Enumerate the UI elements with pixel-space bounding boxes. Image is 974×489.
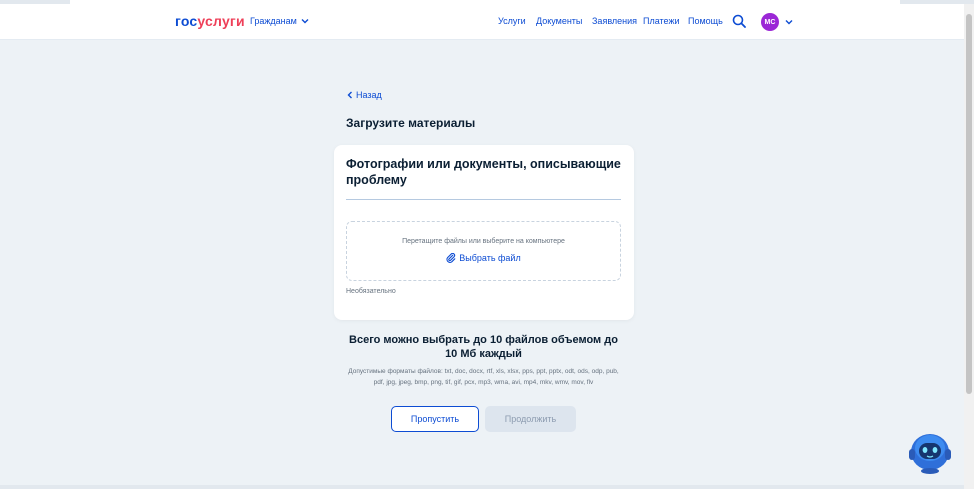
page-title: Загрузите материалы: [346, 116, 476, 130]
divider: [346, 199, 621, 200]
bottom-strip: [0, 485, 964, 489]
upload-card-title: Фотографии или документы, описывающие пр…: [346, 157, 621, 187]
nav-item-documents[interactable]: Документы: [536, 16, 582, 26]
dropzone-hint: Перетащите файлы или выберите на компьют…: [402, 238, 565, 245]
chevron-down-icon[interactable]: [785, 19, 793, 25]
nav-item-applications[interactable]: Заявления: [592, 16, 637, 26]
choose-file-label: Выбрать файл: [459, 253, 521, 263]
optional-hint: Необязательно: [346, 288, 396, 295]
upload-card: Фотографии или документы, описывающие пр…: [334, 145, 634, 320]
site-header: госуслуги Гражданам Услуги Документы Зая…: [0, 4, 964, 40]
nav-item-help[interactable]: Помощь: [688, 16, 723, 26]
main-nav: Услуги Документы Заявления Платежи Помощ…: [0, 16, 964, 30]
search-icon[interactable]: [732, 14, 746, 28]
nav-item-payments[interactable]: Платежи: [643, 16, 680, 26]
assistant-robot-icon[interactable]: [906, 428, 954, 474]
page-scrollbar[interactable]: [964, 4, 974, 489]
paperclip-icon: [446, 253, 456, 263]
files-limit-title: Всего можно выбрать до 10 файлов объемом…: [349, 334, 618, 360]
back-label: Назад: [356, 90, 382, 100]
allowed-formats: Допустимые форматы файлов: txt, doc, doc…: [348, 368, 619, 386]
file-dropzone[interactable]: Перетащите файлы или выберите на компьют…: [346, 221, 621, 281]
nav-item-services[interactable]: Услуги: [498, 16, 526, 26]
continue-button[interactable]: Продолжить: [485, 406, 576, 432]
choose-file-link[interactable]: Выбрать файл: [347, 253, 620, 263]
scrollbar-thumb[interactable]: [966, 14, 972, 394]
back-link[interactable]: Назад: [347, 90, 382, 100]
chevron-left-icon: [347, 91, 352, 99]
skip-button[interactable]: Пропустить: [391, 406, 479, 432]
avatar[interactable]: МС: [761, 13, 779, 31]
